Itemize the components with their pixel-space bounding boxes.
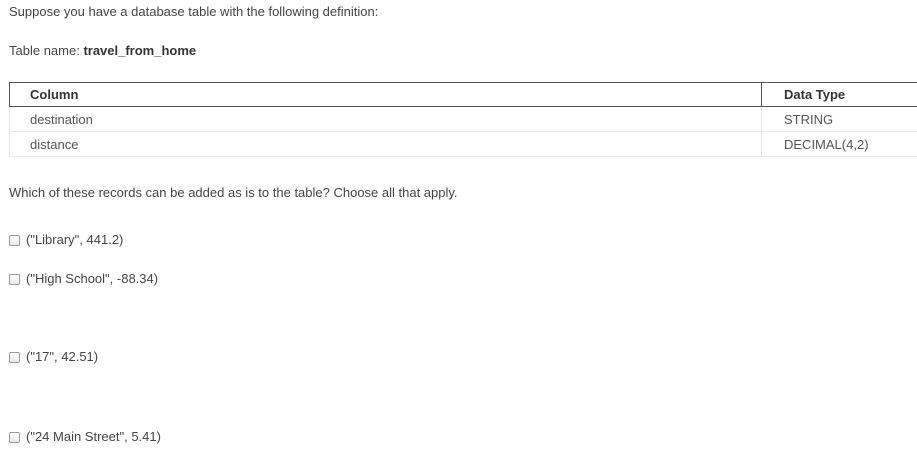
- answer-option[interactable]: ("Library", 441.2): [9, 232, 123, 248]
- table-row: destination STRING: [9, 106, 917, 132]
- answer-option[interactable]: ("24 Main Street", 5.41): [9, 429, 161, 445]
- type-cell: DECIMAL(4,2): [761, 131, 917, 157]
- option-label: ("24 Main Street", 5.41): [26, 429, 161, 444]
- table-name-value: travel_from_home: [83, 43, 197, 58]
- definition-table: Column Data Type destination STRING dist…: [9, 82, 917, 157]
- option-label: ("Library", 441.2): [26, 232, 124, 247]
- option-checkbox[interactable]: [9, 273, 20, 285]
- column-cell: distance: [9, 131, 762, 157]
- question-text: Which of these records can be added as i…: [9, 185, 458, 200]
- option-label: ("17", 42.51): [26, 349, 99, 364]
- column-cell: destination: [9, 106, 762, 132]
- type-cell: STRING: [761, 106, 917, 132]
- data-type-header: Data Type: [761, 82, 917, 107]
- table-row: distance DECIMAL(4,2): [9, 131, 917, 157]
- table-name-label: Table name:: [9, 43, 84, 58]
- option-label: ("High School", -88.34): [26, 271, 159, 286]
- intro-text: Suppose you have a database table with t…: [9, 4, 379, 19]
- table-name-line: Table name: travel_from_home: [9, 43, 196, 59]
- option-checkbox[interactable]: [9, 351, 20, 363]
- option-checkbox[interactable]: [9, 234, 20, 246]
- answer-option[interactable]: ("17", 42.51): [9, 349, 98, 365]
- answer-option[interactable]: ("High School", -88.34): [9, 271, 158, 287]
- option-checkbox[interactable]: [9, 431, 20, 443]
- table-header-row: Column Data Type: [9, 82, 917, 107]
- column-header: Column: [9, 82, 762, 107]
